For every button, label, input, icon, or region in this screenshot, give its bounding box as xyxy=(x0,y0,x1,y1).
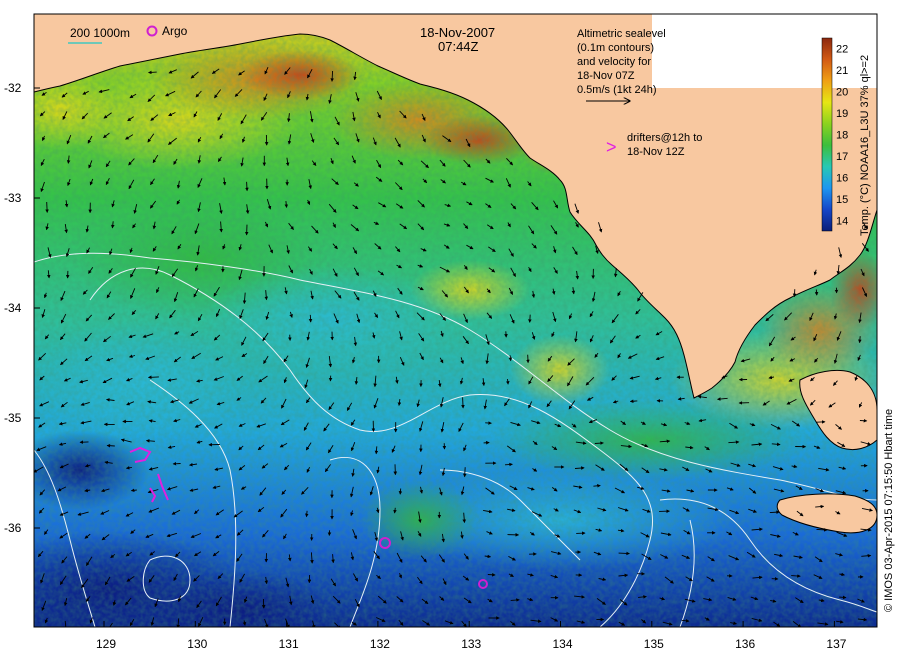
velocity-arrow xyxy=(858,336,862,344)
altimetry-line: (0.1m contours) xyxy=(577,42,654,54)
velocity-arrow xyxy=(791,574,801,578)
lat-tick-label: -34 xyxy=(4,301,22,315)
velocity-arrow xyxy=(305,510,309,518)
drifters-line: drifters@12h to xyxy=(627,132,702,144)
lon-tick-label: 130 xyxy=(187,637,207,651)
velocity-arrow xyxy=(106,443,115,448)
lat-tick-label: -36 xyxy=(4,521,22,535)
velocity-arrow xyxy=(45,201,49,213)
velocity-arrow xyxy=(487,572,496,577)
altimetry-line: and velocity for xyxy=(577,56,651,68)
colorbar-tick-label: 14 xyxy=(836,215,848,227)
velocity-arrow xyxy=(769,510,780,514)
sst-map: 200 1000m Argo 18-Nov-2007 07:44Z Altime… xyxy=(4,13,895,651)
colorbar-gradient xyxy=(821,37,833,232)
altimetry-line: 0.5m/s (1kt 24h) xyxy=(577,84,656,96)
altimetry-line: 18-Nov 07Z xyxy=(577,70,635,82)
lon-tick-label: 136 xyxy=(735,637,755,651)
lon-tick-label: 131 xyxy=(279,637,299,651)
lat-tick-label: -35 xyxy=(4,411,22,425)
colorbar-title: Temp. (°C) NOAA16_L3U 37% ql>=2 xyxy=(859,55,871,236)
credit-text: © IMOS 03-Apr-2015 07:15:50 Hbart time xyxy=(883,409,895,612)
drifters-line: 18-Nov 12Z xyxy=(627,146,685,158)
colorbar-tick-label: 16 xyxy=(836,172,848,184)
velocity-arrow xyxy=(245,181,249,192)
plot-area xyxy=(34,14,877,627)
lat-tick-label: -33 xyxy=(4,191,22,205)
velocity-arrow xyxy=(147,375,159,380)
lon-tick-label: 132 xyxy=(370,637,390,651)
velocity-arrow xyxy=(504,462,513,467)
lon-tick-label: 135 xyxy=(644,637,664,651)
velocity-arrow xyxy=(814,289,819,296)
velocity-arrow xyxy=(461,397,465,409)
velocity-arrow xyxy=(462,467,467,478)
drifter-symbol: > xyxy=(606,137,617,157)
velocity-arrow xyxy=(594,441,604,445)
map-date: 18-Nov-2007 xyxy=(420,25,495,40)
argo-legend-label: Argo xyxy=(162,24,188,38)
lon-tick-label: 129 xyxy=(96,637,116,651)
velocity-arrow xyxy=(330,70,334,82)
colorbar-tick-label: 15 xyxy=(836,194,848,206)
velocity-arrow xyxy=(374,446,379,455)
bathymetry-label: 200 1000m xyxy=(70,26,130,40)
colorbar-ticks: 22 21 20 19 18 17 16 15 14 xyxy=(836,44,848,228)
colorbar-tick-label: 22 xyxy=(836,44,848,56)
velocity-arrow xyxy=(528,314,532,323)
colorbar-tick-label: 17 xyxy=(836,151,848,163)
colorbar-tick-label: 19 xyxy=(836,108,848,120)
altimetry-line: Altimetric sealevel xyxy=(577,28,666,40)
velocity-arrow xyxy=(629,399,638,404)
velocity-arrow xyxy=(510,598,520,602)
velocity-arrow xyxy=(839,595,847,600)
lat-tick-label: -32 xyxy=(4,81,22,95)
velocity-arrow xyxy=(508,355,513,362)
velocity-arrow xyxy=(148,70,157,75)
velocity-arrow xyxy=(505,378,510,385)
colorbar-tick-label: 21 xyxy=(836,65,848,77)
velocity-arrow xyxy=(398,488,403,495)
colorbar-tick-label: 20 xyxy=(836,87,848,99)
velocity-arrow xyxy=(618,551,630,556)
lon-tick-label: 133 xyxy=(461,637,481,651)
colorbar-tick-label: 18 xyxy=(836,130,848,142)
lon-tick-label: 137 xyxy=(826,637,846,651)
map-time: 07:44Z xyxy=(438,39,479,54)
lon-tick-label: 134 xyxy=(553,637,573,651)
